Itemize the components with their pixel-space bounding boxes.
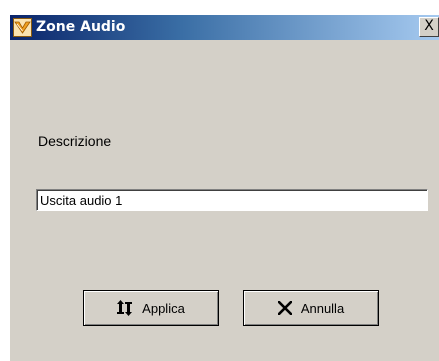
zone-audio-app-icon — [13, 18, 32, 37]
window-title: Zone Audio — [36, 19, 126, 35]
apply-button-label: Applica — [142, 300, 185, 316]
close-x-icon — [277, 301, 292, 315]
dialog-window: Zone Audio X Descrizione Applica Annulla — [9, 14, 439, 361]
description-label: Descrizione — [38, 133, 112, 149]
apply-arrows-icon — [117, 300, 133, 316]
cancel-button[interactable]: Annulla — [243, 290, 379, 326]
title-bar[interactable]: Zone Audio X — [10, 15, 439, 40]
cancel-button-label: Annulla — [300, 300, 345, 316]
close-button[interactable]: X — [419, 17, 439, 37]
description-input[interactable] — [36, 189, 428, 211]
apply-button[interactable]: Applica — [83, 290, 219, 326]
